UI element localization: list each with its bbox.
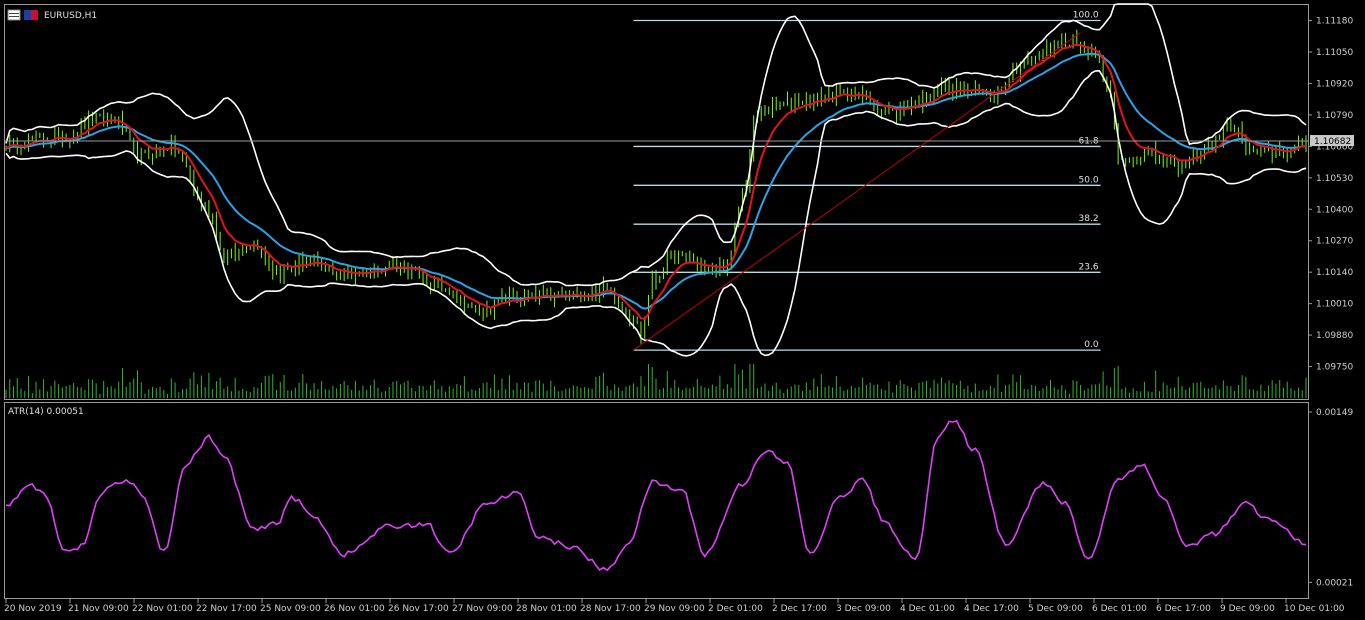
time-tick-label: 4 Dec 01:00 [900, 604, 955, 614]
fibo-level-label: 0.0 [1084, 340, 1099, 350]
time-tick-label: 4 Dec 17:00 [964, 604, 1019, 614]
time-tick-label: 6 Dec 01:00 [1092, 604, 1147, 614]
time-tick-label: 10 Dec 01:00 [1284, 604, 1345, 614]
price-tick-label: 1.09750 [1316, 363, 1353, 373]
chart-window-icon [7, 9, 21, 21]
atr-label: ATR(14) 0.00051 [8, 407, 84, 417]
time-tick-label: 26 Nov 01:00 [324, 604, 385, 614]
time-tick-label: 2 Dec 01:00 [708, 604, 763, 614]
time-tick-label: 29 Nov 09:00 [644, 604, 705, 614]
price-tick-label: 1.10920 [1316, 79, 1353, 89]
time-tick-label: 22 Nov 01:00 [132, 604, 193, 614]
fibo-level-label: 100.0 [1073, 11, 1099, 21]
price-tick-label: 1.11050 [1316, 48, 1353, 58]
price-tick-label: 1.10530 [1316, 174, 1353, 184]
atr-tick-label: 0.00149 [1316, 408, 1353, 418]
price-tick-label: 1.10270 [1316, 237, 1353, 247]
price-tick-label: 1.09880 [1316, 331, 1353, 341]
current-price-label: 1.10682 [1310, 135, 1354, 147]
time-tick-label: 22 Nov 17:00 [196, 604, 257, 614]
time-tick-label: 2 Dec 17:00 [772, 604, 827, 614]
fibo-level-label: 38.2 [1079, 214, 1099, 224]
time-tick-label: 21 Nov 09:00 [68, 604, 129, 614]
time-tick-label: 25 Nov 09:00 [260, 604, 321, 614]
fibo-level-label: 23.6 [1079, 262, 1099, 272]
price-tick-label: 1.10400 [1316, 205, 1353, 215]
time-tick-label: 3 Dec 09:00 [836, 604, 891, 614]
time-tick-label: 28 Nov 01:00 [516, 604, 577, 614]
current-price-value: 1.10682 [1314, 137, 1351, 147]
fibo-level-label: 50.0 [1079, 175, 1099, 185]
time-tick-label: 20 Nov 2019 [4, 604, 62, 614]
symbol-label: EURUSD,H1 [44, 11, 97, 21]
time-tick-label: 26 Nov 17:00 [388, 604, 449, 614]
price-tick-label: 1.10140 [1316, 268, 1353, 278]
price-tick-label: 1.11180 [1316, 17, 1353, 27]
time-tick-label: 9 Dec 09:00 [1220, 604, 1275, 614]
time-tick-label: 28 Nov 17:00 [580, 604, 641, 614]
time-tick-label: 27 Nov 09:00 [452, 604, 513, 614]
price-tick-label: 1.10790 [1316, 111, 1353, 121]
chart-canvas[interactable]: 100.061.850.038.223.60.0 EURUSD,H1 ATR(1… [0, 0, 1365, 620]
atr-tick-label: 0.00021 [1316, 578, 1353, 588]
time-tick-label: 6 Dec 17:00 [1156, 604, 1211, 614]
time-tick-label: 5 Dec 09:00 [1028, 604, 1083, 614]
price-tick-label: 1.10010 [1316, 300, 1353, 310]
